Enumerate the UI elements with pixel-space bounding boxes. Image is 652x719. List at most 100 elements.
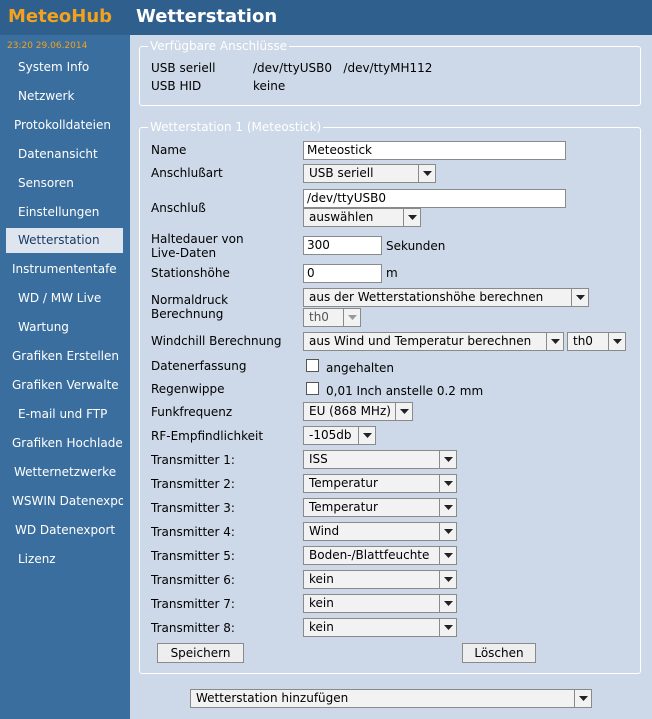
chevron-down-icon [439,523,456,540]
usb-serial-label: USB seriell [151,61,216,75]
transmitter-2-value: Temperatur [309,476,378,490]
chevron-down-icon [439,595,456,612]
station-legend: Wetterstation 1 (Meteostick) [150,120,322,134]
transmitter-1-select[interactable]: ISS [303,450,457,469]
data-capture-checkbox[interactable] [306,359,319,372]
pressure-sensor-value: th0 [309,310,329,324]
chevron-down-icon [439,571,456,588]
sidebar-item-upload-graphs[interactable]: Grafiken Hochlade [6,431,123,456]
hold-time-label-line2: Live-Daten [151,246,217,260]
transmitter-5-select[interactable]: Boden-/Blattfeuchte [303,546,457,565]
connection-input[interactable]: /dev/ttyUSB0 [303,189,566,208]
transmitter-3-select[interactable]: Temperatur [303,498,457,517]
transmitter-4-label: Transmitter 4: [151,525,235,539]
sidebar-item-create-graphs[interactable]: Grafiken Erstellen [6,344,123,369]
sidebar-item-manage-graphs[interactable]: Grafiken Verwalte [6,373,123,398]
pressure-method-select[interactable]: aus der Wetterstationshöhe berechnen [303,288,589,307]
chevron-down-icon [403,209,420,226]
sidebar-item-weather-networks[interactable]: Wetternetzwerke [6,460,123,485]
transmitter-8-select[interactable]: kein [303,618,457,637]
page-title: Wetterstation [136,6,278,27]
windchill-label: Windchill Berechnung [151,334,282,348]
transmitter-4-value: Wind [309,524,340,538]
transmitter-4-select[interactable]: Wind [303,522,457,541]
chevron-down-icon [395,403,412,420]
chevron-down-icon [574,690,591,707]
transmitter-1-value: ISS [309,452,328,466]
name-label: Name [151,143,187,157]
connection-label: Anschluß [151,201,206,215]
sidebar-item-wswin-export[interactable]: WSWIN Datenexpo [6,489,123,514]
transmitter-2-select[interactable]: Temperatur [303,474,457,493]
chevron-down-icon [608,333,625,350]
name-input[interactable]: Meteostick [303,141,566,160]
transmitter-6-select[interactable]: kein [303,570,457,589]
rain-gauge-checkbox-label: 0,01 Inch anstelle 0.2 mm [326,384,484,398]
altitude-label: Stationshöhe [151,266,230,280]
radio-frequency-label: Funkfrequenz [151,405,233,419]
chevron-down-icon [343,309,360,326]
main-content: Verfügbare Anschlüsse USB seriell /dev/t… [130,35,652,719]
transmitter-3-value: Temperatur [309,500,378,514]
connection-choose-select[interactable]: auswählen [303,208,421,227]
sidebar-item-license[interactable]: Lizenz [6,547,123,572]
rf-sensitivity-label: RF-Empfindlichkeit [151,429,264,443]
connection-type-select[interactable]: USB seriell [303,164,436,183]
sidebar-item-settings[interactable]: Einstellungen [6,200,123,225]
usb-serial-value: /dev/ttyUSB0 /dev/ttyMH112 [253,61,433,75]
radio-frequency-value: EU (868 MHz) [309,404,391,418]
windchill-method-select[interactable]: aus Wind und Temperatur berechnen [303,332,564,351]
transmitter-8-label: Transmitter 8: [151,621,235,635]
sidebar-item-email-ftp[interactable]: E-mail und FTP [6,402,123,427]
chevron-down-icon [439,547,456,564]
sidebar-item-system-info[interactable]: System Info [6,55,123,80]
connection-type-label: Anschlußart [151,166,223,180]
transmitter-7-select[interactable]: kein [303,594,457,613]
sidebar-item-sensors[interactable]: Sensoren [6,171,123,196]
rf-sensitivity-value: -105db [309,428,352,442]
altitude-unit: m [386,266,398,280]
chevron-down-icon [439,451,456,468]
sidebar-item-data-view[interactable]: Datenansicht [6,142,123,167]
sidebar-item-wd-mw-live[interactable]: WD / MW Live [6,286,123,311]
transmitter-1-label: Transmitter 1: [151,453,235,467]
windchill-sensor-value: th0 [573,334,593,348]
transmitter-5-value: Boden-/Blattfeuchte [309,548,430,562]
chevron-down-icon [418,165,435,182]
usb-hid-value: keine [253,79,286,93]
chevron-down-icon [439,499,456,516]
sidebar-item-network[interactable]: Netzwerk [6,84,123,109]
hold-time-input[interactable]: 300 [303,236,382,255]
available-ports-legend: Verfügbare Anschlüsse [150,39,287,53]
rf-sensitivity-select[interactable]: -105db [303,426,376,445]
add-station-select[interactable]: Wetterstation hinzufügen [190,689,592,708]
sidebar-item-wd-export[interactable]: WD Datenexport [6,518,123,543]
transmitter-2-label: Transmitter 2: [151,477,235,491]
header-bar: MeteoHub Wetterstation [0,0,652,35]
chevron-down-icon [358,427,375,444]
transmitter-7-value: kein [309,596,334,610]
clock-display: 23:20 29.06.2014 [7,41,88,51]
transmitter-3-label: Transmitter 3: [151,501,235,515]
add-station-value: Wetterstation hinzufügen [196,691,349,705]
windchill-sensor-select[interactable]: th0 [567,332,626,351]
pressure-sensor-select: th0 [303,308,361,327]
chevron-down-icon [439,475,456,492]
sidebar-item-weather-station[interactable]: Wetterstation [6,228,123,253]
transmitter-6-value: kein [309,572,334,586]
connection-choose-value: auswählen [309,210,374,224]
chevron-down-icon [546,333,563,350]
pressure-method-value: aus der Wetterstationshöhe berechnen [309,290,544,304]
altitude-input[interactable]: 0 [303,264,382,283]
transmitter-8-value: kein [309,620,334,634]
save-button[interactable]: Speichern [157,643,244,663]
sidebar-item-logfiles[interactable]: Protokolldateien [6,113,123,138]
chevron-down-icon [571,289,588,306]
delete-button[interactable]: Löschen [462,643,536,663]
app-logo: MeteoHub [8,6,113,27]
rain-gauge-checkbox[interactable] [306,382,319,395]
pressure-label-line2: Berechnung [151,307,224,321]
radio-frequency-select[interactable]: EU (868 MHz) [303,402,413,421]
sidebar-item-dashboard[interactable]: Instrumententafe [6,257,123,282]
sidebar-item-maintenance[interactable]: Wartung [6,315,123,340]
